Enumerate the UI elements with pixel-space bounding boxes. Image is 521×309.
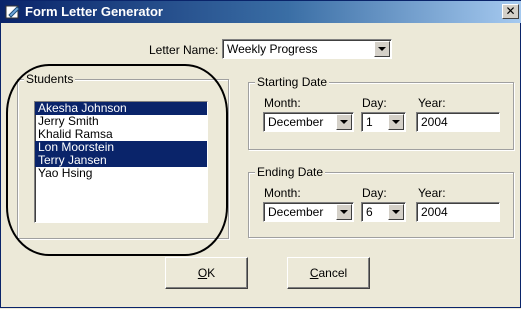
start-day-value: 1 bbox=[366, 115, 373, 129]
chevron-down-icon bbox=[340, 120, 348, 124]
chevron-down-icon bbox=[340, 210, 348, 214]
window-title: Form Letter Generator bbox=[25, 4, 163, 19]
ok-label-rest: K bbox=[207, 266, 216, 280]
end-year-field[interactable]: 2004 bbox=[416, 202, 500, 222]
students-group-title: Students bbox=[24, 72, 76, 86]
start-year-field[interactable]: 2004 bbox=[416, 112, 500, 132]
letter-name-dropdown-button[interactable] bbox=[374, 41, 390, 57]
end-month-value: December bbox=[268, 205, 324, 219]
start-month-select[interactable]: December bbox=[263, 112, 354, 132]
end-day-label: Day: bbox=[362, 186, 387, 200]
close-icon: ✕ bbox=[505, 4, 516, 18]
chevron-down-icon bbox=[392, 120, 400, 124]
title-bar[interactable]: Form Letter Generator ✕ bbox=[1, 1, 521, 23]
end-month-dropdown-button[interactable] bbox=[336, 204, 352, 220]
end-year-label: Year: bbox=[418, 186, 446, 200]
end-year-value: 2004 bbox=[421, 205, 448, 219]
starting-date-title: Starting Date bbox=[255, 75, 330, 89]
student-item-yao-hsing[interactable]: Yao Hsing bbox=[35, 167, 207, 180]
start-year-value: 2004 bbox=[421, 115, 448, 129]
letter-name-value: Weekly Progress bbox=[227, 42, 318, 56]
students-listbox[interactable]: Akesha Johnson Jerry Smith Khalid Ramsa … bbox=[34, 101, 208, 223]
cancel-button[interactable]: Cancel bbox=[287, 257, 370, 289]
start-year-label: Year: bbox=[418, 96, 446, 110]
start-month-label: Month: bbox=[264, 96, 301, 110]
ok-button[interactable]: OK bbox=[165, 257, 248, 289]
letter-name-label: Letter Name: bbox=[149, 43, 219, 57]
chevron-down-icon bbox=[378, 47, 386, 51]
form-letter-window: Form Letter Generator ✕ Letter Name: Wee… bbox=[0, 0, 521, 308]
end-day-dropdown-button[interactable] bbox=[388, 204, 404, 220]
start-day-dropdown-button[interactable] bbox=[388, 114, 404, 130]
end-month-select[interactable]: December bbox=[263, 202, 354, 222]
end-day-select[interactable]: 6 bbox=[361, 202, 406, 222]
end-month-label: Month: bbox=[264, 186, 301, 200]
start-month-value: December bbox=[268, 115, 324, 129]
ok-mnemonic: O bbox=[197, 266, 208, 280]
letter-name-select[interactable]: Weekly Progress bbox=[222, 39, 392, 59]
app-icon bbox=[5, 5, 20, 19]
start-day-label: Day: bbox=[362, 96, 387, 110]
ending-date-title: Ending Date bbox=[255, 165, 326, 179]
chevron-down-icon bbox=[392, 210, 400, 214]
start-month-dropdown-button[interactable] bbox=[336, 114, 352, 130]
cancel-label-rest: ancel bbox=[318, 266, 348, 280]
start-day-select[interactable]: 1 bbox=[361, 112, 406, 132]
close-button[interactable]: ✕ bbox=[502, 4, 519, 19]
end-day-value: 6 bbox=[366, 205, 373, 219]
